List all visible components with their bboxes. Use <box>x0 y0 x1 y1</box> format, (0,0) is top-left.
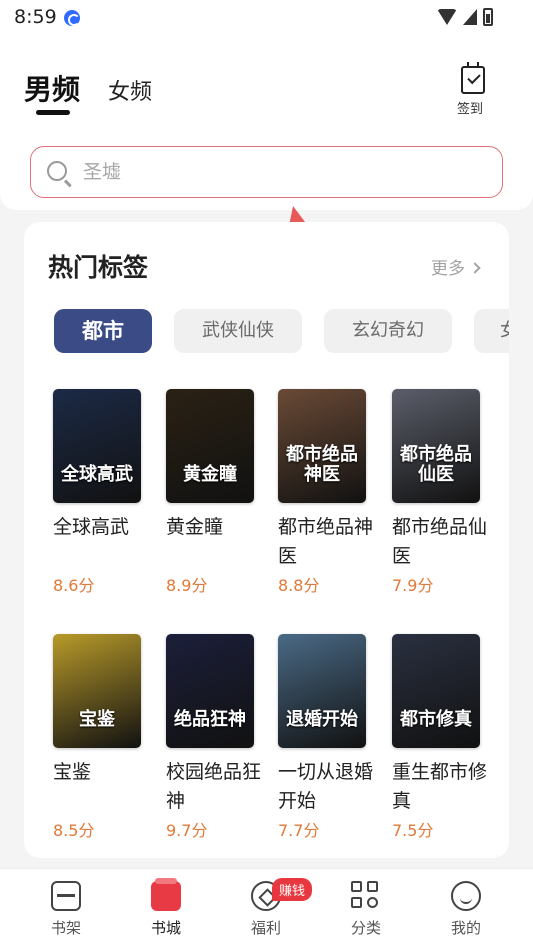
book-cover: 全球高武 <box>53 389 141 503</box>
book-card[interactable]: 退婚开始 一切从退婚开始 7.7分 <box>278 634 378 840</box>
book-card[interactable]: 绝品狂神 校园绝品狂神 9.7分 <box>166 634 266 840</box>
cover-title: 都市修真 <box>400 709 472 731</box>
cover-title: 都市绝品仙医 <box>400 444 472 486</box>
book-cover: 都市绝品仙医 <box>392 389 480 503</box>
status-time: 8:59 <box>14 6 57 28</box>
search-icon <box>47 161 67 181</box>
nav-mine[interactable]: 我的 <box>431 881 501 938</box>
bottom-nav: 书架 书城 福利 分类 我的 <box>0 868 533 948</box>
tab-female[interactable]: 女频 <box>108 74 152 106</box>
book-card[interactable]: 都市绝品仙医 都市绝品仙医 7.9分 <box>392 389 492 595</box>
category-icon <box>351 881 381 911</box>
cover-title: 黄金瞳 <box>183 464 237 486</box>
tag-wuxia[interactable]: 武侠仙侠 <box>174 309 302 353</box>
tab-male[interactable]: 男频 <box>24 68 80 108</box>
book-cover: 黄金瞳 <box>166 389 254 503</box>
nav-label: 书城 <box>150 919 181 937</box>
book-title: 全球高武 <box>53 516 130 538</box>
book-cover: 都市修真 <box>392 634 480 748</box>
book-title: 都市绝品神医 <box>278 516 374 567</box>
signal-icon <box>463 9 477 25</box>
bookshelf-icon <box>51 881 81 911</box>
book-score: 8.9分 <box>166 576 208 595</box>
book-card[interactable]: 都市修真 重生都市修真 7.5分 <box>392 634 492 840</box>
nav-bookstore[interactable]: 书城 <box>131 878 201 938</box>
calendar-check-icon <box>461 62 485 94</box>
book-score: 7.7分 <box>278 821 320 840</box>
chevron-right-icon <box>469 262 481 274</box>
book-score: 7.9分 <box>392 576 434 595</box>
book-card[interactable]: 都市绝品神医 都市绝品神医 8.8分 <box>278 389 378 595</box>
search-bar[interactable] <box>30 146 503 198</box>
book-card[interactable]: 全球高武 全球高武 8.6分 <box>53 389 153 595</box>
search-input[interactable] <box>83 157 483 187</box>
signin-button[interactable]: 签到 <box>457 62 489 117</box>
wifi-icon <box>437 9 457 25</box>
tab-active-indicator <box>36 110 70 115</box>
book-title: 一切从退婚开始 <box>278 761 374 812</box>
book-score: 7.5分 <box>392 821 434 840</box>
nav-bookshelf[interactable]: 书架 <box>31 881 101 938</box>
section-title: 热门标签 <box>48 253 149 282</box>
more-link[interactable]: 更多 <box>431 254 481 279</box>
cover-title: 都市绝品神医 <box>286 444 358 486</box>
book-score: 8.6分 <box>53 576 95 595</box>
nav-label: 福利 <box>250 919 281 937</box>
tag-dushi[interactable]: 都市 <box>54 309 152 353</box>
nav-category[interactable]: 分类 <box>331 881 401 938</box>
book-cover: 退婚开始 <box>278 634 366 748</box>
hot-tags-card: 热门标签 更多 都市 武侠仙侠 玄幻奇幻 女 全球高武 全球高武 8.6分 黄金… <box>24 222 509 858</box>
battery-icon <box>483 8 493 26</box>
more-label: 更多 <box>431 259 465 279</box>
nav-label: 分类 <box>350 919 381 937</box>
header: 男频 女频 签到 <box>0 38 533 210</box>
cover-title: 全球高武 <box>61 464 133 486</box>
book-card[interactable]: 黄金瞳 黄金瞳 8.9分 <box>166 389 266 595</box>
cover-title: 绝品狂神 <box>174 709 246 731</box>
cover-title: 退婚开始 <box>286 709 358 731</box>
signin-label: 签到 <box>456 102 483 117</box>
earn-money-badge: 赚钱 <box>272 878 313 901</box>
book-title: 重生都市修真 <box>392 761 488 812</box>
tag-xuanhuan[interactable]: 玄幻奇幻 <box>324 309 452 353</box>
book-title: 都市绝品仙医 <box>392 516 488 567</box>
tag-more-partial[interactable]: 女 <box>474 309 509 353</box>
mine-icon <box>451 881 481 911</box>
book-cover: 都市绝品神医 <box>278 389 366 503</box>
status-bar: 8:59 <box>0 0 533 38</box>
book-cover: 绝品狂神 <box>166 634 254 748</box>
book-score: 8.5分 <box>53 821 95 840</box>
cover-title: 宝鉴 <box>79 709 115 731</box>
book-title: 宝鉴 <box>53 761 92 783</box>
book-score: 9.7分 <box>166 821 208 840</box>
book-card[interactable]: 宝鉴 宝鉴 8.5分 <box>53 634 153 840</box>
nav-label: 我的 <box>450 919 481 937</box>
bookstore-icon <box>151 878 181 911</box>
book-title: 校园绝品狂神 <box>166 761 262 812</box>
book-title: 黄金瞳 <box>166 516 224 538</box>
book-score: 8.8分 <box>278 576 320 595</box>
tag-list: 都市 武侠仙侠 玄幻奇幻 女 <box>54 309 509 355</box>
book-cover: 宝鉴 <box>53 634 141 748</box>
status-icons <box>437 8 493 26</box>
app-notification-icon <box>64 10 80 26</box>
nav-label: 书架 <box>50 919 81 937</box>
